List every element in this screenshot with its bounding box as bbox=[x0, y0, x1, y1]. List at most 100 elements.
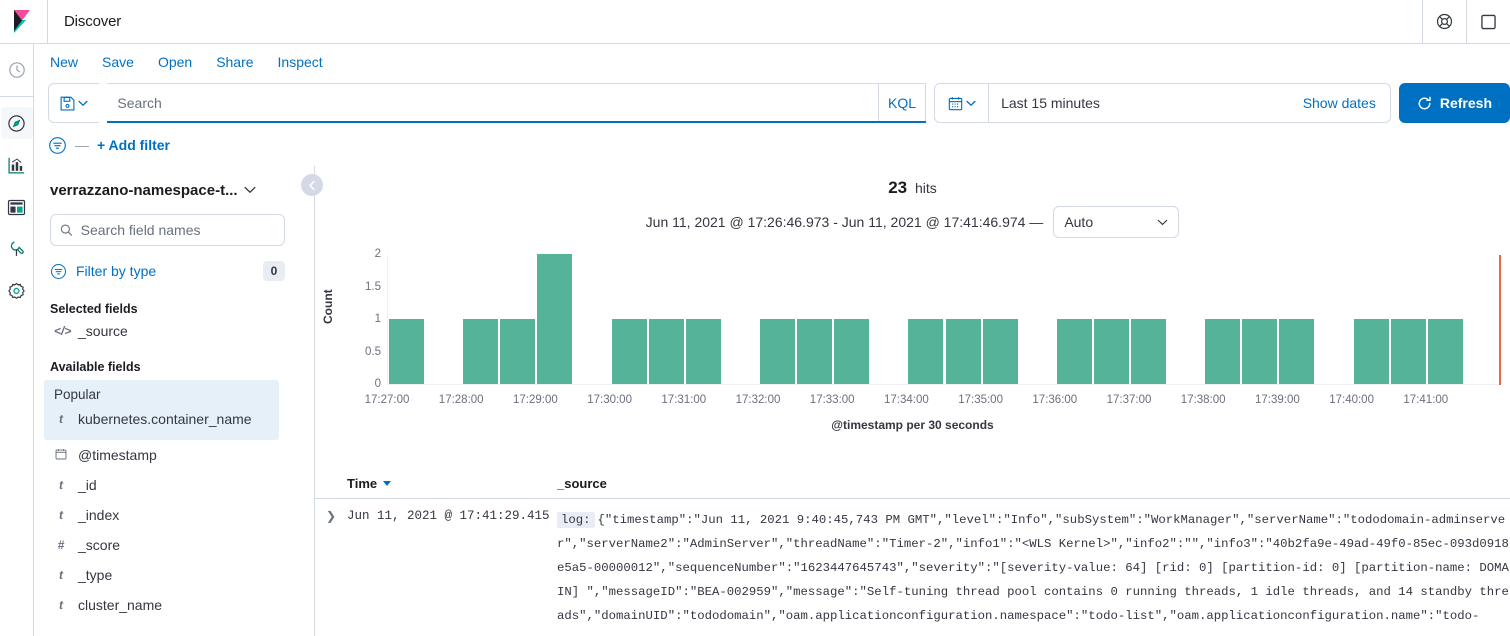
field-item-timestamp[interactable]: @timestamp bbox=[50, 440, 298, 470]
column-header-source[interactable]: _source bbox=[557, 476, 607, 491]
x-axis-tick: 17:41:00 bbox=[1403, 394, 1448, 406]
field-item-kubernetes-container-name[interactable]: t kubernetes.container_name bbox=[50, 404, 273, 434]
sidebar-item-visualize[interactable] bbox=[1, 149, 33, 181]
search-icon bbox=[60, 223, 73, 237]
sidebar-item-recently-viewed[interactable] bbox=[1, 54, 33, 86]
lifebuoy-icon[interactable] bbox=[1422, 0, 1466, 43]
filter-by-type-button[interactable]: Filter by type 0 bbox=[50, 254, 285, 288]
popular-fields-group: Popular t kubernetes.container_name bbox=[44, 380, 279, 440]
y-axis-tick: 1 bbox=[355, 313, 381, 325]
histogram-bar[interactable] bbox=[834, 319, 869, 384]
menu-item-save[interactable]: Save bbox=[102, 54, 134, 70]
field-item-type[interactable]: t _type bbox=[50, 560, 298, 590]
histogram-bar[interactable] bbox=[797, 319, 832, 384]
search-input[interactable] bbox=[107, 84, 878, 121]
y-axis-tick: 1.5 bbox=[355, 281, 381, 293]
string-type-icon: t bbox=[54, 598, 68, 612]
histogram-chart[interactable]: Count 00.511.52 17:27:0017:28:0017:29:00… bbox=[315, 246, 1510, 446]
field-search-wrapper bbox=[50, 214, 285, 246]
index-pattern-selector[interactable]: verrazzano-namespace-t... bbox=[50, 176, 298, 204]
sidebar-item-management[interactable] bbox=[1, 275, 33, 307]
histogram-bar[interactable] bbox=[1354, 319, 1389, 384]
y-axis-tick: 0 bbox=[355, 378, 381, 390]
histogram-bar[interactable] bbox=[1391, 319, 1426, 384]
histogram-bar[interactable] bbox=[946, 319, 981, 384]
histogram-bar[interactable] bbox=[463, 319, 498, 384]
x-axis-tick: 17:36:00 bbox=[1032, 394, 1077, 406]
field-item-index[interactable]: t _index bbox=[50, 500, 298, 530]
histogram-bar[interactable] bbox=[1057, 319, 1092, 384]
histogram-bar[interactable] bbox=[908, 319, 943, 384]
sort-desc-icon[interactable] bbox=[383, 481, 391, 486]
histogram-bar[interactable] bbox=[537, 254, 572, 384]
doc-table-header: Time _source bbox=[315, 469, 1510, 499]
column-header-time[interactable]: Time bbox=[347, 476, 557, 491]
chart-plot-area[interactable] bbox=[387, 255, 1500, 385]
histogram-bar[interactable] bbox=[389, 319, 424, 384]
selected-fields-title: Selected fields bbox=[50, 302, 298, 316]
string-type-icon: t bbox=[54, 508, 68, 522]
date-range-label[interactable]: Last 15 minutes bbox=[989, 95, 1303, 111]
query-language-button[interactable]: KQL bbox=[878, 84, 926, 121]
interval-value: Auto bbox=[1064, 214, 1093, 230]
main-panel: New Save Open Share Inspect KQL bbox=[34, 44, 1510, 636]
index-pattern-name: verrazzano-namespace-t... bbox=[50, 182, 238, 199]
search-field-names-input[interactable] bbox=[81, 222, 275, 238]
x-axis-tick: 17:38:00 bbox=[1181, 394, 1226, 406]
panel-icon[interactable] bbox=[1466, 0, 1510, 43]
interval-select[interactable]: Auto bbox=[1053, 206, 1179, 238]
field-name: _id bbox=[78, 477, 97, 493]
histogram-bar[interactable] bbox=[649, 319, 684, 384]
histogram-bar[interactable] bbox=[1094, 319, 1129, 384]
saved-query-button[interactable] bbox=[48, 83, 99, 123]
results-panel: 23 hits Jun 11, 2021 @ 17:26:46.973 - Ju… bbox=[314, 166, 1510, 636]
histogram-bar[interactable] bbox=[983, 319, 1018, 384]
add-filter-button[interactable]: + Add filter bbox=[97, 137, 170, 153]
filter-by-type-count: 0 bbox=[263, 261, 285, 281]
show-dates-button[interactable]: Show dates bbox=[1303, 95, 1390, 111]
clock-icon bbox=[8, 61, 26, 79]
x-axis-title: @timestamp per 30 seconds bbox=[315, 418, 1510, 432]
primary-nav-rail bbox=[0, 44, 34, 636]
field-item-id[interactable]: t _id bbox=[50, 470, 298, 500]
histogram-bar[interactable] bbox=[612, 319, 647, 384]
sidebar-item-discover[interactable] bbox=[1, 107, 33, 139]
menu-item-open[interactable]: Open bbox=[158, 54, 192, 70]
row-source: log:{"timestamp":"Jun 11, 2021 9:40:45,7… bbox=[557, 499, 1510, 636]
date-type-icon bbox=[54, 448, 68, 463]
filter-by-type-label: Filter by type bbox=[76, 263, 156, 279]
filter-bar: — + Add filter bbox=[34, 126, 1510, 164]
x-axis-tick: 17:34:00 bbox=[884, 394, 929, 406]
x-axis-tick: 17:28:00 bbox=[439, 394, 484, 406]
histogram-bar[interactable] bbox=[500, 319, 535, 384]
histogram-bar[interactable] bbox=[1242, 319, 1277, 384]
refresh-button[interactable]: Refresh bbox=[1399, 83, 1510, 123]
y-axis-title: Count bbox=[321, 289, 335, 324]
menu-item-share[interactable]: Share bbox=[216, 54, 253, 70]
field-name: cluster_name bbox=[78, 597, 162, 613]
field-item-score[interactable]: # _score bbox=[50, 530, 298, 560]
kibana-logo[interactable] bbox=[0, 0, 48, 43]
menu-item-inspect[interactable]: Inspect bbox=[278, 54, 323, 70]
calendar-icon bbox=[948, 96, 963, 111]
menu-item-new[interactable]: New bbox=[50, 54, 78, 70]
available-fields-title: Available fields bbox=[50, 360, 298, 374]
histogram-bar[interactable] bbox=[1279, 319, 1314, 384]
date-picker: Last 15 minutes Show dates bbox=[934, 83, 1391, 123]
histogram-bar[interactable] bbox=[1205, 319, 1240, 384]
histogram-bar[interactable] bbox=[1131, 319, 1166, 384]
date-quick-select-button[interactable] bbox=[935, 84, 989, 122]
page-title: Discover bbox=[64, 13, 121, 30]
histogram-bar[interactable] bbox=[760, 319, 795, 384]
histogram-bar[interactable] bbox=[686, 319, 721, 384]
sidebar-item-dev-tools[interactable] bbox=[1, 233, 33, 265]
expand-row-button[interactable]: ❯ bbox=[315, 499, 347, 636]
table-row[interactable]: ❯ Jun 11, 2021 @ 17:41:29.415 log:{"time… bbox=[315, 499, 1510, 636]
collapse-sidebar-button[interactable] bbox=[301, 174, 323, 196]
x-axis-tick: 17:29:00 bbox=[513, 394, 558, 406]
filter-icon[interactable] bbox=[48, 136, 67, 155]
field-item-cluster-name[interactable]: t cluster_name bbox=[50, 590, 298, 620]
histogram-bar[interactable] bbox=[1428, 319, 1463, 384]
sidebar-item-dashboard[interactable] bbox=[1, 191, 33, 223]
field-item-source[interactable]: </> _source bbox=[50, 316, 298, 346]
